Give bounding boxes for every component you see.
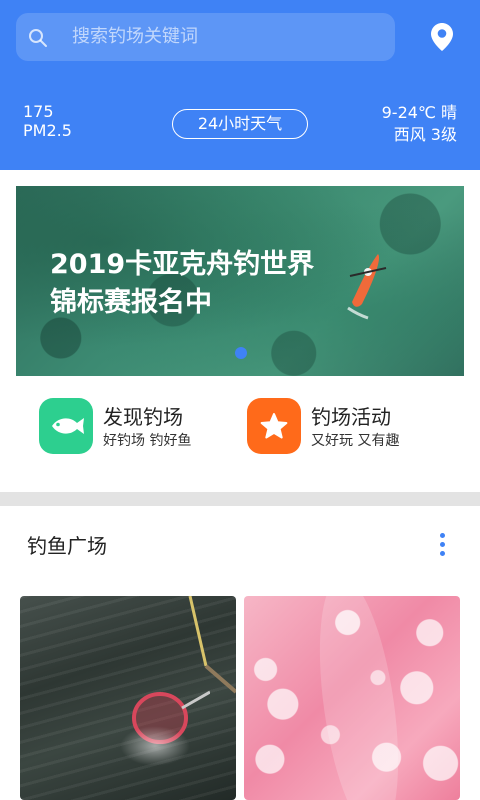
wind-text: 西风 3级 [393,125,457,144]
star-icon [260,413,288,439]
spot-activities-title: 钓场活动 [311,405,391,429]
pink-petal-waterdrops-photo [244,596,460,800]
aqi-value: 175 [23,102,54,121]
fish-icon-badge [39,398,93,454]
discover-spots-title: 发现钓场 [103,405,183,429]
search-bar[interactable]: 搜索钓场关键词 [16,13,395,61]
temperature-text: 9-24℃ 晴 [381,103,457,122]
banner-title: 2019卡亚克舟钓世界 锦标赛报名中 [50,246,314,322]
section-divider [0,492,480,506]
discover-spots-subtitle: 好钓场 钓好鱼 [103,433,192,449]
water-splash [120,726,190,766]
location-pin-icon[interactable] [430,22,454,52]
top-header: 搜索钓场关键词 175 PM2.5 24小时天气 9-24℃ 晴 西风 3级 [0,0,480,170]
promo-banner[interactable]: 2019卡亚克舟钓世界 锦标赛报名中 [16,186,464,376]
feed-section-title: 钓鱼广场 [27,534,107,558]
more-vertical-icon[interactable] [436,533,448,559]
aqi-label: PM2.5 [23,121,72,140]
discover-spots-entry[interactable]: 发现钓场 好钓场 钓好鱼 [39,398,219,458]
star-icon-badge [247,398,301,454]
search-icon [29,29,47,47]
spot-activities-entry[interactable]: 钓场活动 又好玩 又有趣 [247,398,447,458]
fish-icon [52,418,84,434]
feed-card[interactable] [20,596,236,800]
feed-card[interactable] [244,596,460,800]
spot-activities-subtitle: 又好玩 又有趣 [311,433,400,449]
hourly-weather-button[interactable]: 24小时天气 [172,109,308,139]
search-placeholder: 搜索钓场关键词 [72,26,198,47]
banner-pagination-dot[interactable] [235,347,247,359]
weather-summary: 9-24℃ 晴 西风 3级 [382,102,457,146]
air-quality: 175 PM2.5 [23,102,72,140]
kayak-illustration [347,254,387,320]
banner-title-line2: 锦标赛报名中 [50,287,212,318]
banner-title-line1: 2019卡亚克舟钓世界 [50,249,315,280]
